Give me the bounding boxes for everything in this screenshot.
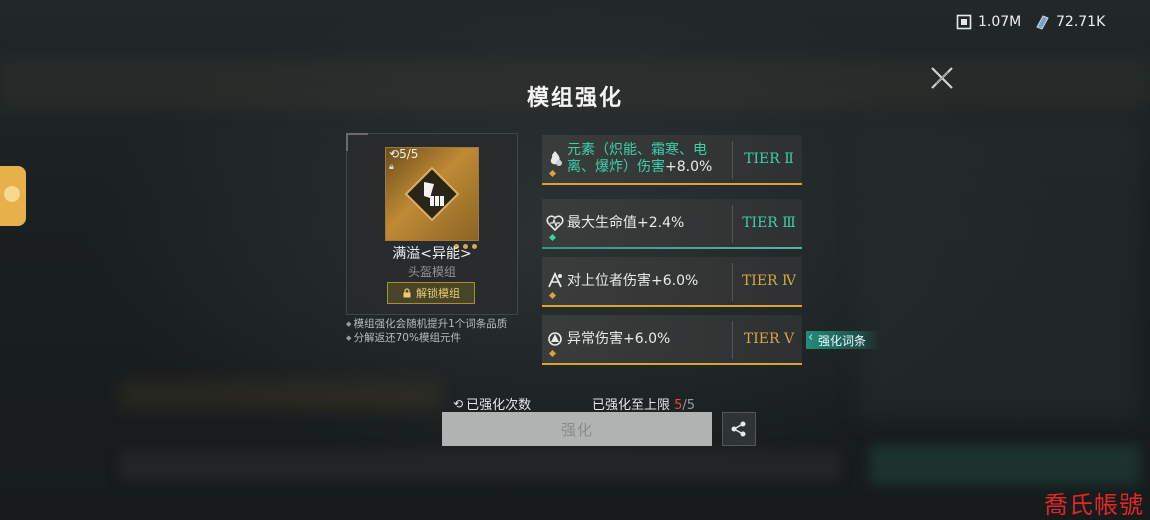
- affix-tier: TIER Ⅳ: [741, 273, 797, 289]
- affix-row-superior-damage[interactable]: 对上位者伤害+6.0% TIER Ⅳ: [542, 257, 802, 307]
- share-button[interactable]: [722, 412, 756, 446]
- module-notes: 模组强化会随机提升1个词条品质 分解返还70%模组元件: [346, 317, 508, 345]
- module-card[interactable]: ⟲5/5 🔒︎ 满溢<异能> 头盔模组 解锁模组: [346, 133, 518, 315]
- page-title: 模组强化: [526, 86, 623, 111]
- close-icon[interactable]: [928, 64, 956, 92]
- limit-max: /5: [682, 398, 696, 413]
- enhance-count-label: ⟲ 已强化次数: [453, 396, 532, 414]
- currency-energy-value: 1.07M: [978, 14, 1022, 30]
- note-item: 分解返还70%模组元件: [346, 331, 507, 345]
- affix-label: 对上位者伤害+6.0%: [567, 272, 699, 289]
- anomaly-icon: [548, 332, 562, 346]
- affix-value: +8.0%: [665, 159, 713, 175]
- crystal-shard-icon: [1036, 15, 1049, 30]
- energy-chip-icon: [956, 14, 972, 30]
- affix-row-anomaly-damage[interactable]: 异常伤害+6.0% TIER Ⅴ: [542, 315, 802, 365]
- currency-crystal: 72.71K: [1034, 14, 1105, 30]
- affix-row-element-damage[interactable]: 元素（炽能、霜寒、电离、爆炸）伤害+8.0% TIER Ⅱ: [542, 135, 802, 185]
- superior-target-icon: [548, 272, 562, 288]
- note-item: 模组强化会随机提升1个词条品质: [346, 317, 508, 331]
- affix-tier: TIER Ⅲ: [742, 215, 796, 231]
- unlock-module-label: 解锁模组: [416, 287, 460, 300]
- affix-row-max-hp[interactable]: 最大生命值+2.4% TIER Ⅲ: [542, 199, 802, 249]
- heart-pulse-icon: [546, 215, 564, 232]
- lock-icon: 🔒︎: [389, 162, 394, 172]
- affix-label: 最大生命值+2.4%: [567, 214, 685, 231]
- affix-tier: TIER Ⅴ: [743, 331, 795, 347]
- enhance-affix-tag: 强化词条: [806, 330, 881, 349]
- affix-label: 异常伤害+6.0%: [567, 330, 671, 347]
- element-flame-icon: [550, 151, 562, 166]
- affix-tier: TIER Ⅱ: [744, 151, 794, 167]
- watermark: 喬氏帳號: [1044, 491, 1144, 519]
- share-icon: [731, 421, 746, 437]
- enhance-limit-label: 已强化至上限 5/5: [592, 398, 696, 413]
- currency-crystal-value: 72.71K: [1056, 14, 1106, 30]
- module-name: 满溢<异能>: [392, 246, 472, 262]
- lock-icon: [403, 288, 411, 298]
- module-icon-frame: [385, 147, 479, 249]
- side-chat-tab[interactable]: [0, 166, 26, 226]
- unlock-module-button[interactable]: 解锁模组: [387, 282, 475, 304]
- module-helmet-icon: [404, 166, 460, 222]
- currency-energy: 1.07M: [956, 14, 1021, 30]
- module-type: 头盔模组: [407, 265, 456, 279]
- refresh-icon: ⟲: [453, 396, 464, 411]
- chat-icon: [4, 186, 20, 202]
- module-enhance-count: ⟲5/5: [389, 147, 419, 161]
- enhance-button[interactable]: 强化: [442, 412, 712, 446]
